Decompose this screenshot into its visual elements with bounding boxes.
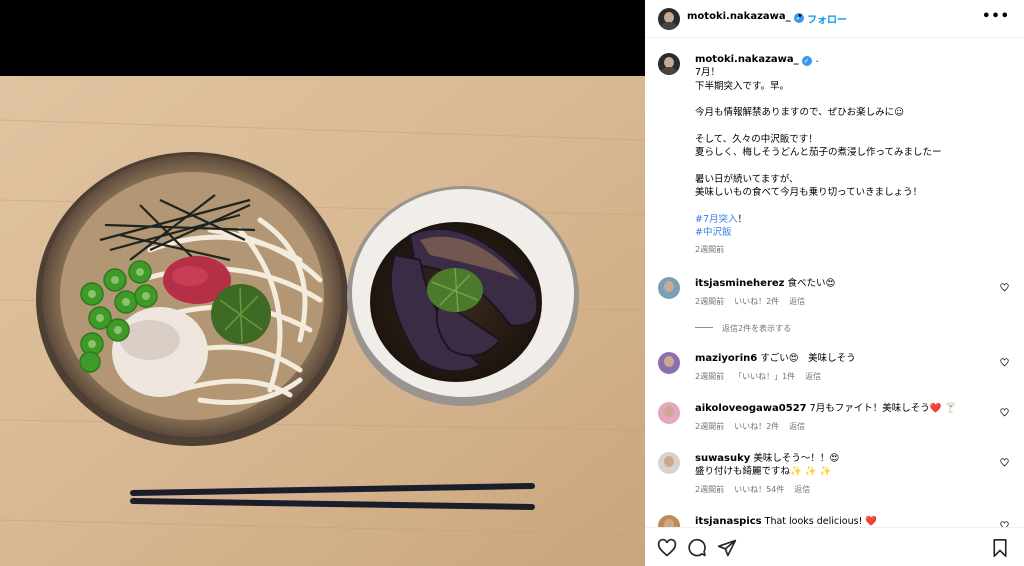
- follow-button[interactable]: フォロー: [807, 11, 847, 26]
- caption-timestamp[interactable]: 2週間前: [695, 243, 1005, 256]
- more-options-icon[interactable]: •••: [982, 9, 1010, 24]
- commenter-avatar[interactable]: [658, 277, 680, 299]
- post-action-bar: [645, 527, 1024, 566]
- comment-text: 7月もファイト！美味しそう❤️ 🍸: [809, 403, 957, 414]
- food-photo: [0, 0, 645, 566]
- commenter-username[interactable]: suwasuky: [695, 453, 750, 464]
- author-username-text[interactable]: motoki.nakazawa_: [687, 11, 791, 22]
- view-replies-button[interactable]: 返信2件を表示する: [695, 323, 791, 334]
- commenter-username[interactable]: maziyorin6: [695, 353, 757, 364]
- commenter-username[interactable]: itsjasmineherez: [695, 278, 784, 289]
- comment-time[interactable]: 2週間前: [695, 485, 724, 494]
- caption-username[interactable]: motoki.nakazawa_: [695, 54, 799, 65]
- caption-line: [695, 199, 1005, 212]
- heart-icon[interactable]: [1000, 458, 1009, 467]
- comment-time[interactable]: 2週間前: [695, 422, 724, 431]
- comments-scroll-area[interactable]: motoki.nakazawa_ ✓. 7月！ 下半期突入です。早。 今月も情報解…: [645, 39, 1024, 527]
- caption-line: [695, 119, 1005, 132]
- caption-line: 下半期突入です。早。: [695, 80, 790, 92]
- hashtag-link[interactable]: #7月突入: [695, 214, 738, 225]
- post-caption: motoki.nakazawa_ ✓. 7月！ 下半期突入です。早。 今月も情報解…: [695, 53, 1005, 256]
- hashtag-suffix: ！: [737, 213, 748, 225]
- heart-icon[interactable]: [1000, 358, 1009, 367]
- reply-button[interactable]: 返信: [789, 297, 805, 306]
- share-icon[interactable]: [717, 538, 737, 558]
- commenter-avatar[interactable]: [658, 402, 680, 424]
- header-separator: •: [797, 11, 803, 22]
- comment-likes[interactable]: いいね！54件: [734, 485, 784, 494]
- comment-likes[interactable]: 「いいね！」1件: [734, 372, 795, 381]
- caption-line: [695, 159, 1005, 172]
- heart-icon[interactable]: [1000, 283, 1009, 292]
- bookmark-icon[interactable]: [991, 538, 1009, 558]
- caption-line: [695, 93, 1005, 106]
- commenter-avatar[interactable]: [658, 352, 680, 374]
- post-side-panel: motoki.nakazawa_ ✓ • フォロー ••• motoki.naka…: [645, 0, 1024, 566]
- reply-button[interactable]: 返信: [794, 485, 810, 494]
- comment-text: That looks delicious! ❤️: [764, 516, 878, 527]
- caption-line: 今月も情報解禁ありますので、ぜひお楽しみに☺: [695, 107, 905, 119]
- view-replies-label[interactable]: 返信2件を表示する: [722, 324, 791, 333]
- reply-button[interactable]: 返信: [789, 422, 805, 431]
- author-username[interactable]: motoki.nakazawa_ ✓: [687, 11, 804, 23]
- heart-icon[interactable]: [1000, 408, 1009, 417]
- hashtag-link[interactable]: #中沢飯: [695, 227, 731, 238]
- commenter-avatar[interactable]: [658, 515, 680, 527]
- caption-line: 美味しいもの食べて今月も乗り切っていきましょう！: [695, 186, 923, 198]
- reply-button[interactable]: 返信: [805, 372, 821, 381]
- comment-text-line2: 盛り付けも綺麗ですね✨ ✨ ✨: [695, 466, 832, 477]
- caption-author-avatar[interactable]: [658, 53, 680, 75]
- commenter-username[interactable]: aikoloveogawa0527: [695, 403, 807, 414]
- commenter-username[interactable]: itsjanaspics: [695, 516, 762, 527]
- comment-text: 美味しそう〜！！😍: [753, 453, 840, 464]
- post-image[interactable]: [0, 0, 645, 566]
- comment-text: 食べたい😍: [787, 278, 836, 289]
- author-avatar[interactable]: [658, 8, 680, 30]
- comment-likes[interactable]: いいね！2件: [734, 422, 779, 431]
- comment-time[interactable]: 2週間前: [695, 372, 724, 381]
- comment-time[interactable]: 2週間前: [695, 297, 724, 306]
- comment-text: すごい😍 美味しそう: [760, 353, 856, 364]
- verified-badge-icon: ✓: [801, 56, 812, 66]
- comment-icon[interactable]: [687, 538, 707, 558]
- commenter-avatar[interactable]: [658, 452, 680, 474]
- caption-line: 夏らしく、梅しそうどんと茄子の煮浸し作ってみましたー: [695, 147, 942, 159]
- comment-likes[interactable]: いいね！2件: [734, 297, 779, 306]
- caption-line: 暑い日が続いてますが、: [695, 173, 799, 185]
- caption-username-suffix: .: [815, 54, 819, 65]
- post-header: motoki.nakazawa_ ✓ • フォロー •••: [645, 0, 1024, 38]
- caption-line: 7月！: [695, 67, 721, 79]
- replies-divider: [695, 327, 713, 328]
- heart-icon[interactable]: [657, 538, 677, 558]
- caption-line: そして、久々の中沢飯です！: [695, 133, 818, 145]
